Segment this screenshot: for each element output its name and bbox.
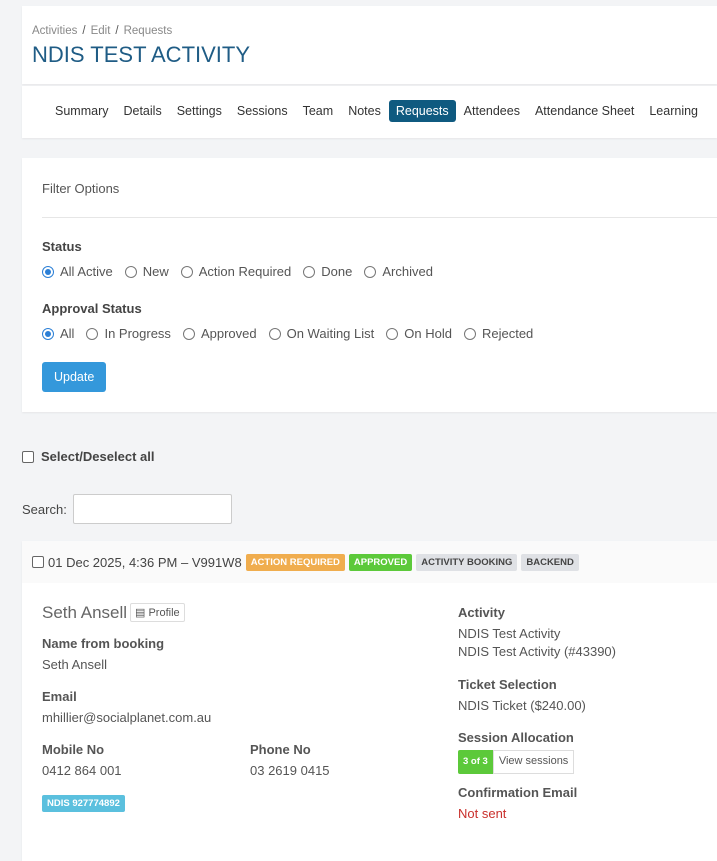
approval-all[interactable]: All xyxy=(42,326,74,341)
breadcrumb: Activities / Edit / Requests xyxy=(32,25,173,37)
badge-activity-booking: ACTIVITY BOOKING xyxy=(416,553,518,571)
tab-requests[interactable]: Requests xyxy=(388,100,456,122)
session-label: Session Allocation xyxy=(458,730,574,745)
email-value: mhillier@socialplanet.com.au xyxy=(42,710,212,725)
status-label: Status xyxy=(42,239,82,254)
radio-icon[interactable] xyxy=(463,327,476,340)
radio-label: All Active xyxy=(60,264,113,279)
tab-bar: Summary Details Settings Sessions Team N… xyxy=(22,86,717,138)
tab-notes[interactable]: Notes xyxy=(341,100,388,122)
radio-label: On Waiting List xyxy=(286,326,375,341)
tab-summary[interactable]: Summary xyxy=(48,100,115,122)
phone-label: Phone No xyxy=(250,742,311,757)
approval-waiting-list[interactable]: On Waiting List xyxy=(268,326,375,341)
crumb-requests: Requests xyxy=(123,25,173,37)
session-count-badge: 3 of 3 xyxy=(458,750,493,774)
radio-icon[interactable] xyxy=(180,265,193,278)
search-label: Search: xyxy=(22,501,67,517)
page-title: NDIS TEST ACTIVITY xyxy=(32,42,251,67)
radio-label: Archived xyxy=(382,264,433,279)
select-all-label: Select/Deselect all xyxy=(41,449,155,464)
tab-attendees[interactable]: Attendees xyxy=(457,100,527,122)
request-card: 01 Dec 2025, 4:36 PM – V991W8 ACTION REQ… xyxy=(22,541,717,861)
radio-icon[interactable] xyxy=(386,327,399,340)
radio-icon[interactable] xyxy=(42,327,54,340)
tab-team[interactable]: Team xyxy=(296,100,341,122)
update-button[interactable]: Update xyxy=(42,362,107,392)
mobile-label: Mobile No xyxy=(42,742,105,757)
approval-label: Approval Status xyxy=(42,301,142,316)
checkbox[interactable] xyxy=(22,450,34,463)
activity-name: NDIS Test Activity xyxy=(458,626,561,641)
badge-action-required: ACTION REQUIRED xyxy=(245,553,345,571)
radio-icon[interactable] xyxy=(124,265,137,278)
radio-label: Approved xyxy=(200,326,257,341)
activity-label: Activity xyxy=(458,605,505,620)
crumb-activities[interactable]: Activities xyxy=(32,25,77,37)
filter-panel: Filter Options Status All Active New Act… xyxy=(22,158,717,412)
status-done[interactable]: Done xyxy=(303,264,352,279)
tab-sessions[interactable]: Sessions xyxy=(230,100,295,122)
status-archived[interactable]: Archived xyxy=(364,264,433,279)
filter-heading: Filter Options xyxy=(42,181,120,196)
tab-attendance-sheet[interactable]: Attendance Sheet xyxy=(528,100,641,122)
divider xyxy=(42,217,717,218)
view-sessions-button[interactable]: View sessions xyxy=(492,750,575,774)
profile-label: Profile xyxy=(148,607,180,619)
search: Search: xyxy=(22,494,232,524)
approval-approved[interactable]: Approved xyxy=(182,326,257,341)
badge-approved: APPROVED xyxy=(348,553,413,571)
status-all-active[interactable]: All Active xyxy=(42,264,113,279)
request-header: 01 Dec 2025, 4:36 PM – V991W8 ACTION REQ… xyxy=(22,541,717,583)
tab-details[interactable]: Details xyxy=(116,100,168,122)
request-checkbox[interactable] xyxy=(32,556,44,568)
radio-icon[interactable] xyxy=(268,327,281,340)
radio-label: Rejected xyxy=(481,326,534,341)
confirmation-label: Confirmation Email xyxy=(458,785,578,800)
radio-icon[interactable] xyxy=(42,265,54,278)
radio-icon[interactable] xyxy=(182,327,195,340)
radio-icon[interactable] xyxy=(303,265,316,278)
approval-rejected[interactable]: Rejected xyxy=(463,326,534,341)
ndis-badge: NDIS 927774892 xyxy=(42,795,125,812)
radio-icon[interactable] xyxy=(364,265,377,278)
email-label: Email xyxy=(42,689,77,704)
id-card-icon: ▤ xyxy=(135,607,149,619)
crumb-edit[interactable]: Edit xyxy=(91,25,111,37)
radio-label: Done xyxy=(321,264,353,279)
search-input[interactable] xyxy=(72,494,232,524)
activity-id[interactable]: NDIS Test Activity (#43390) xyxy=(458,643,616,661)
approval-in-progress[interactable]: In Progress xyxy=(86,326,171,341)
name-from-booking-label: Name from booking xyxy=(42,636,165,651)
mobile-value: 0412 864 001 xyxy=(42,763,122,778)
approval-on-hold[interactable]: On Hold xyxy=(386,326,452,341)
name-from-booking: Seth Ansell xyxy=(42,657,108,672)
phone-value: 03 2619 0415 xyxy=(250,763,330,778)
status-new[interactable]: New xyxy=(124,264,169,279)
radio-label: Action Required xyxy=(198,264,292,279)
radio-label: All xyxy=(60,326,75,341)
tab-settings[interactable]: Settings xyxy=(170,100,229,122)
ticket-label: Ticket Selection xyxy=(458,677,557,692)
request-datetime: 01 Dec 2025, 4:36 PM – V991W8 xyxy=(48,554,242,570)
radio-icon[interactable] xyxy=(86,327,99,340)
radio-label: New xyxy=(142,264,169,279)
tab-learning[interactable]: Learning xyxy=(642,100,705,122)
select-all[interactable]: Select/Deselect all xyxy=(22,449,154,464)
badge-backend: BACKEND xyxy=(521,553,579,571)
page-header: Activities / Edit / Requests NDIS TEST ACTIV… xyxy=(22,6,717,84)
radio-label: In Progress xyxy=(104,326,171,341)
profile-button[interactable]: ▤ Profile xyxy=(130,603,185,622)
status-action-required[interactable]: Action Required xyxy=(180,264,292,279)
radio-label: On Hold xyxy=(404,326,452,341)
confirmation-status: Not sent xyxy=(458,806,507,821)
attendee-name[interactable]: Seth Ansell xyxy=(42,603,127,623)
ticket-value: NDIS Ticket ($240.00) xyxy=(458,698,586,713)
